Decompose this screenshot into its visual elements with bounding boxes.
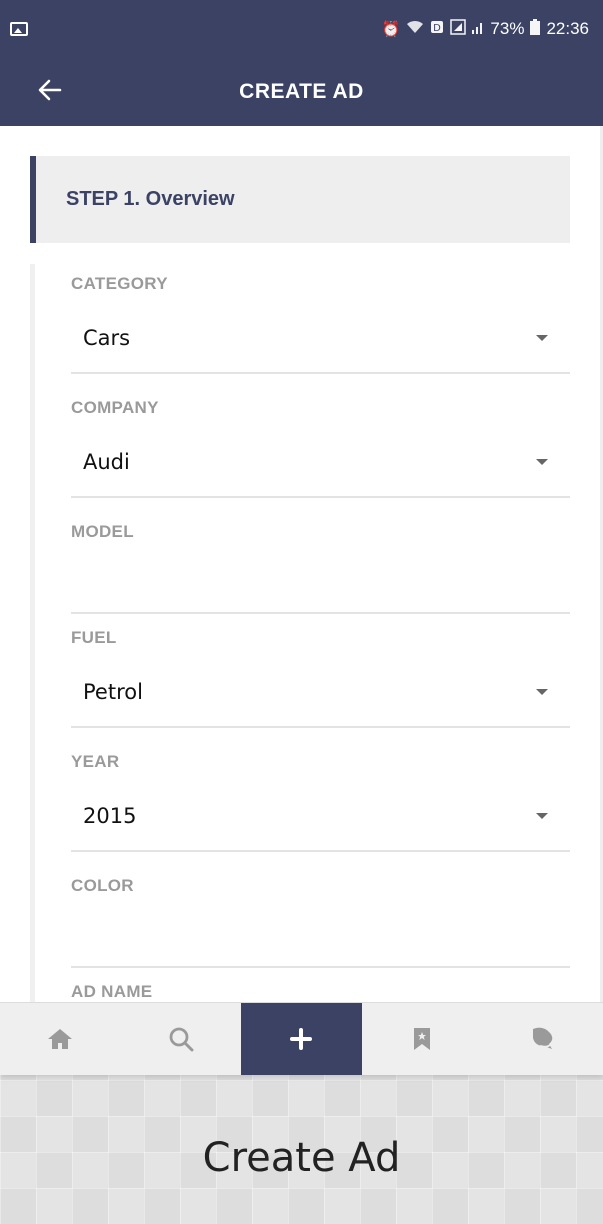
color-field: COLOR (30, 866, 570, 972)
category-field: CATEGORY Cars (30, 264, 570, 388)
home-icon (48, 1029, 73, 1049)
form-fields: CATEGORY Cars COMPANY Audi MODEL FUEL Pe… (30, 264, 570, 1002)
image-icon (10, 22, 28, 36)
field-label: COMPANY (71, 398, 159, 417)
bottom-nav (0, 1002, 603, 1075)
field-label: CATEGORY (71, 274, 168, 293)
nav-bookmarks[interactable] (362, 1003, 483, 1075)
field-label: AD NAME (71, 982, 153, 1001)
nav-search[interactable] (121, 1003, 242, 1075)
field-value: 2015 (83, 804, 137, 828)
svg-text:D: D (434, 23, 442, 34)
nav-home[interactable] (0, 1003, 121, 1075)
bookmark-icon (414, 1028, 431, 1050)
status-icons: ⏰ D 73% 22:36 (382, 19, 589, 39)
screen-caption: Create Ad (202, 1135, 401, 1181)
arrow-left-icon (38, 75, 62, 109)
alarm-icon: ⏰ (381, 21, 401, 38)
app-bar: CREATE AD (0, 58, 603, 126)
model-field: MODEL (30, 512, 570, 618)
signal-icon (472, 20, 484, 38)
chevron-down-icon (536, 335, 548, 341)
year-select[interactable]: 2015 (71, 782, 570, 852)
field-value: Audi (83, 450, 130, 474)
field-label: YEAR (71, 752, 120, 771)
plus-icon (290, 1028, 313, 1050)
phone-screen: ⏰ D 73% 22:36 CREATE AD STEP 1. Overview… (0, 0, 603, 1075)
field-value: Petrol (83, 680, 143, 704)
battery-percent: 73% (490, 19, 525, 38)
company-field: COMPANY Audi (30, 388, 570, 512)
step-header: STEP 1. Overview (30, 156, 570, 243)
chevron-down-icon (536, 689, 548, 695)
search-icon (169, 1027, 194, 1052)
chat-icon (532, 1027, 552, 1049)
category-select[interactable]: Cars (71, 304, 570, 374)
chevron-down-icon (536, 813, 548, 819)
page-title: CREATE AD (239, 80, 364, 103)
nav-create[interactable] (241, 1003, 362, 1075)
company-select[interactable]: Audi (71, 428, 570, 498)
data-icon: D (430, 20, 444, 38)
fuel-select[interactable]: Petrol (71, 658, 570, 728)
field-label: MODEL (71, 522, 134, 541)
model-input[interactable] (71, 552, 570, 614)
field-label: FUEL (71, 628, 117, 647)
field-value: Cars (83, 326, 131, 350)
sim-icon (450, 19, 467, 39)
color-input[interactable] (71, 906, 570, 968)
back-button[interactable] (30, 72, 70, 112)
nav-chat[interactable] (482, 1003, 603, 1075)
field-label: COLOR (71, 876, 134, 895)
wifi-icon (406, 20, 424, 38)
clock: 22:36 (546, 19, 589, 38)
ad-name-field: AD NAME (30, 972, 570, 1002)
fuel-field: FUEL Petrol (30, 618, 570, 742)
battery-icon (530, 19, 541, 39)
form-content: STEP 1. Overview CATEGORY Cars COMPANY A… (0, 126, 603, 1002)
chevron-down-icon (536, 459, 548, 465)
status-bar: ⏰ D 73% 22:36 (0, 0, 603, 58)
year-field: YEAR 2015 (30, 742, 570, 866)
